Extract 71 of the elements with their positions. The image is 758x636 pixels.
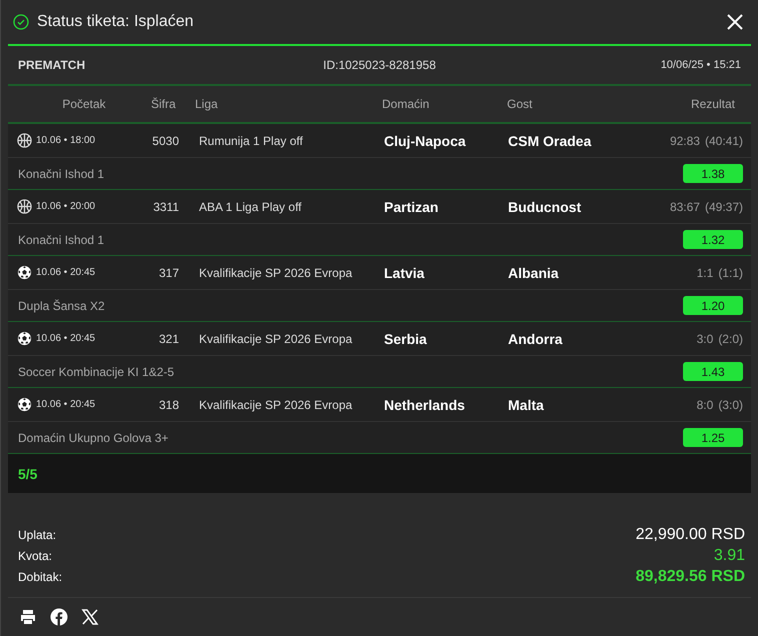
close-button[interactable]	[725, 12, 745, 32]
bet-pick: Konačni Ishod 1	[18, 232, 104, 247]
away-team: Malta	[508, 396, 545, 413]
match-code: 5030	[151, 134, 179, 148]
final-score: 8:0	[696, 398, 714, 412]
final-score: 92:83	[670, 134, 700, 148]
final-score: 3:0	[696, 332, 714, 346]
ticket-datetime: 10/06/25 • 15:21	[660, 59, 741, 72]
match-code: 3311	[152, 200, 179, 214]
column-header: Domaćin	[382, 97, 430, 112]
match-code: 321	[158, 332, 179, 346]
column-header: Liga	[195, 97, 219, 112]
away-team: Buducnost	[508, 198, 582, 215]
match-time: 10.06 • 20:00	[36, 201, 96, 212]
league-name: Kvalifikacije SP 2026 Evropa	[198, 332, 354, 346]
basketball-icon	[17, 199, 32, 214]
league-name: Kvalifikacije SP 2026 Evropa	[198, 266, 354, 280]
home-team: Serbia	[384, 330, 428, 347]
match-code: 317	[158, 266, 179, 280]
summary-value: 89,829.56 RSD	[636, 568, 745, 586]
halftime-score: (40:41)	[704, 134, 743, 148]
odd-badge: 1.43	[683, 362, 743, 382]
match-time: 10.06 • 20:45	[36, 267, 96, 278]
away-team: CSM Oradea	[508, 132, 592, 149]
match-time: 10.06 • 20:45	[36, 399, 96, 410]
final-score: 83:67	[670, 200, 700, 214]
away-team: Albania	[508, 264, 560, 281]
print-icon[interactable]	[19, 608, 37, 626]
summary-value: 3.91	[714, 546, 745, 564]
column-header: Šifra	[151, 97, 177, 112]
halftime-score: (3:0)	[718, 398, 743, 412]
facebook-icon[interactable]	[50, 608, 68, 626]
match-code: 318	[158, 398, 179, 412]
column-header: Početak	[61, 97, 107, 112]
bet-pick: Domaćin Ukupno Golova 3+	[18, 430, 168, 445]
column-header: Rezultat	[690, 97, 735, 112]
league-name: Rumunija 1 Play off	[198, 134, 304, 148]
match-time: 10.06 • 20:45	[36, 333, 96, 344]
soccer-ball-icon	[17, 331, 32, 346]
home-team: Netherlands	[384, 396, 466, 413]
hits-count: 5/5	[18, 466, 38, 482]
halftime-score: (1:1)	[718, 266, 743, 280]
dialog-title: Status tiketa: Isplaćen	[37, 13, 195, 32]
bet-pick: Dupla Šansa X2	[18, 298, 105, 313]
match-time: 10.06 • 18:00	[36, 135, 96, 146]
summary-label: Uplata:	[18, 528, 56, 542]
ticket-id: ID:1025023-8281958	[323, 58, 436, 72]
home-team: Latvia	[384, 264, 426, 281]
final-score: 1:1	[696, 266, 714, 280]
league-name: Kvalifikacije SP 2026 Evropa	[198, 398, 354, 412]
league-name: ABA 1 Liga Play off	[198, 200, 303, 214]
basketball-icon	[17, 133, 32, 148]
halftime-score: (2:0)	[718, 332, 743, 346]
soccer-ball-icon	[17, 397, 32, 412]
summary-label: Dobitak:	[18, 570, 62, 584]
bet-pick: Konačni Ishod 1	[18, 166, 104, 181]
home-team: Cluj-Napoca	[384, 132, 467, 149]
x-logo-icon[interactable]	[81, 608, 99, 626]
odd-badge: 1.25	[683, 428, 743, 448]
summary-label: Kvota:	[18, 548, 52, 562]
column-header: Gost	[507, 97, 534, 112]
bet-pick: Soccer Kombinacije KI 1&2-5	[18, 364, 174, 379]
odd-badge: 1.32	[683, 230, 743, 250]
ticket-type: PREMATCH	[18, 58, 86, 72]
away-team: Andorra	[508, 330, 564, 347]
halftime-score: (49:37)	[704, 200, 743, 214]
odd-badge: 1.38	[683, 164, 743, 184]
odd-badge: 1.20	[683, 296, 743, 316]
soccer-ball-icon	[17, 265, 32, 280]
summary-value: 22,990.00 RSD	[636, 526, 745, 544]
home-team: Partizan	[384, 198, 440, 215]
